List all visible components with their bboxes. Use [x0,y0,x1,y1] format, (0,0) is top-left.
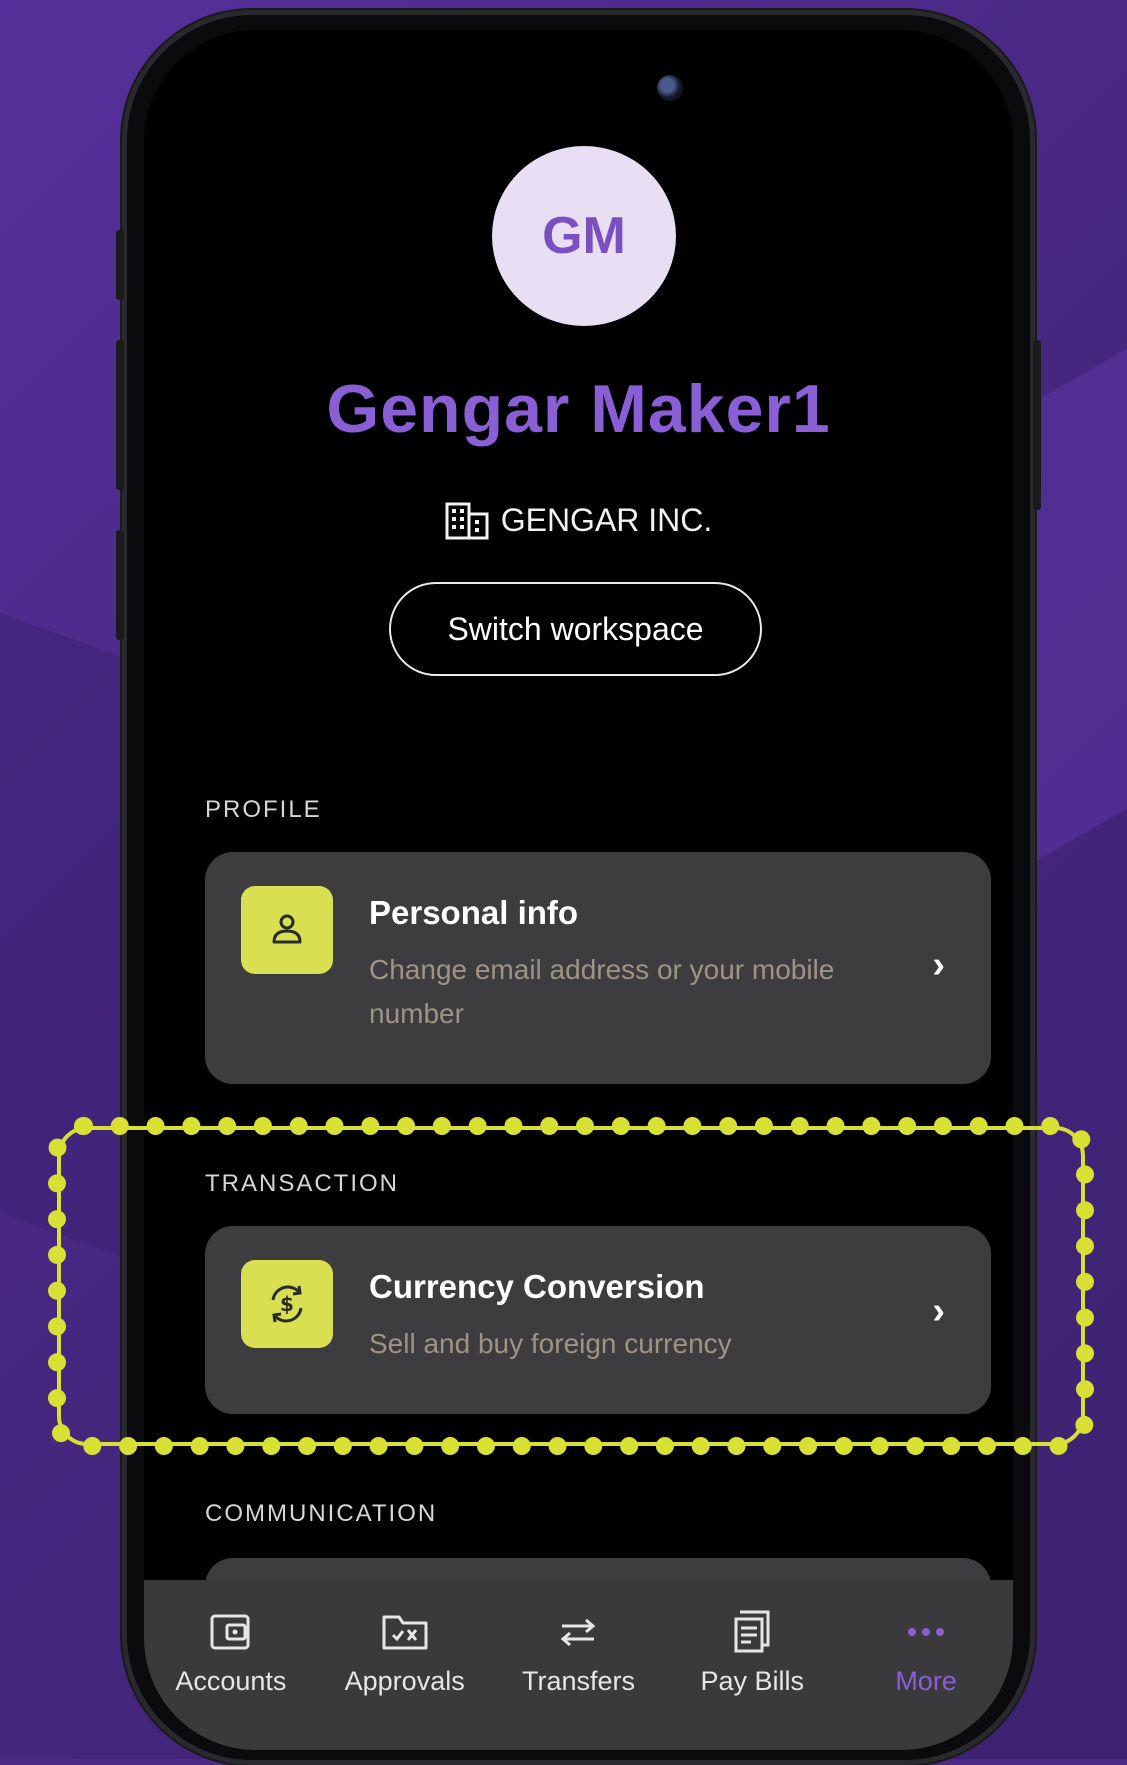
side-button [116,340,124,490]
person-icon [241,886,333,974]
tab-label: Pay Bills [700,1666,805,1696]
chevron-right-icon: › [932,944,945,986]
bottom-tab-bar: Accounts Approvals Transfers Pay Bills M… [144,1580,1013,1750]
tab-label: Transfers [521,1666,635,1696]
tab-label: Accounts [175,1666,287,1696]
tab-transfers[interactable]: Transfers [498,1608,658,1697]
personal-info-card[interactable]: Personal info Change email address or yo… [205,852,991,1084]
tab-more[interactable]: More [846,1608,1006,1697]
phone-frame: GM Gengar Maker1 GENGAR INC. Switch work… [116,10,1041,1765]
company-name: GENGAR INC. [500,501,713,538]
background-shape [1027,313,1127,867]
front-camera [657,75,683,101]
side-button [116,530,124,640]
side-button [1033,340,1041,510]
switch-workspace-button[interactable]: Switch workspace [389,582,762,676]
tab-label: More [895,1666,957,1696]
building-icon [445,500,489,540]
screen: GM Gengar Maker1 GENGAR INC. Switch work… [144,30,1013,1750]
tab-label: Approvals [344,1666,465,1696]
wallet-icon [209,1608,253,1656]
section-label-communication: COMMUNICATION [205,1500,438,1527]
avatar-initials: GM [542,207,626,265]
user-name: Gengar Maker1 [326,371,831,447]
tab-accounts[interactable]: Accounts [151,1608,311,1697]
transfer-arrows-icon [556,1608,600,1656]
folder-check-icon [381,1608,429,1656]
personal-info-title: Personal info [369,894,579,931]
tab-approvals[interactable]: Approvals [325,1608,485,1697]
personal-info-subtitle: Change email address or your mobile numb… [369,954,835,1029]
company-row: GENGAR INC. [144,500,1013,540]
bill-icon [732,1608,772,1656]
highlight-annotation-border [57,1126,1085,1446]
tab-pay-bills[interactable]: Pay Bills [672,1608,832,1697]
more-dots-icon [904,1608,948,1656]
side-button [116,230,124,300]
avatar: GM [492,146,676,326]
section-label-profile: PROFILE [205,796,322,823]
